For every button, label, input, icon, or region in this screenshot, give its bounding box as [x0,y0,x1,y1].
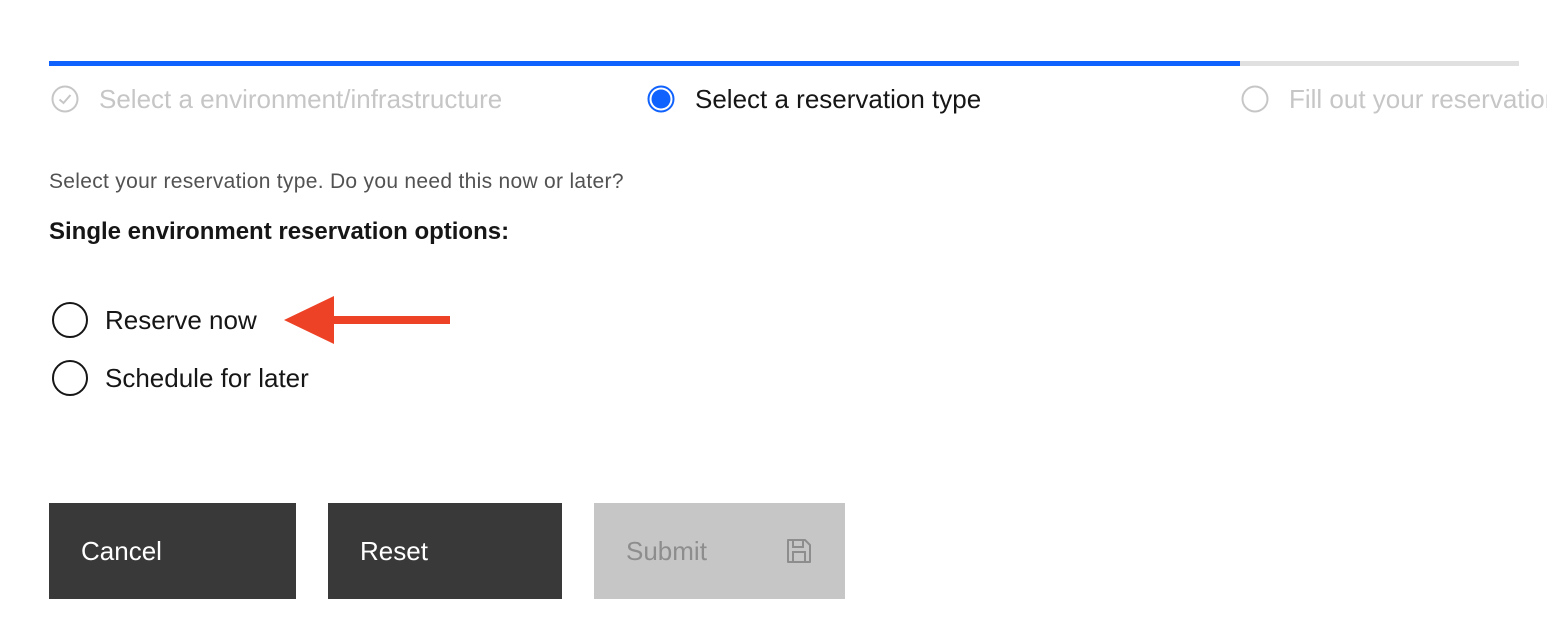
radio-button-unchecked[interactable] [52,360,88,396]
submit-button-label: Submit [626,535,707,566]
step-label: Select a reservation type [695,83,982,114]
section-title: Single environment reservation options: [49,218,510,245]
step-select-environment[interactable]: Select a environment/infrastructure [51,83,502,115]
cancel-button-label: Cancel [81,535,162,566]
step-select-reservation-type[interactable]: Select a reservation type [647,83,981,115]
step-label: Select a environment/infrastructure [99,83,503,114]
progress-indicator: Select a environment/infrastructure Sele… [49,61,1547,121]
step-fill-out-reservation[interactable]: Fill out your reservation details [1241,83,1547,115]
circle-outline-icon [1241,85,1269,113]
radio-schedule-later[interactable]: Schedule for later [52,358,309,398]
reset-button[interactable]: Reset [328,503,562,599]
radio-label: Reserve now [105,304,257,335]
save-icon [787,539,811,563]
step-label: Fill out your reservation details [1289,83,1547,114]
progress-fill [49,61,1240,66]
radio-reserve-now[interactable]: Reserve now [52,300,257,340]
current-step-icon [647,85,675,113]
submit-button[interactable]: Submit [594,503,845,599]
radio-label: Schedule for later [105,362,309,393]
arrow-left-icon [284,296,450,344]
reset-button-label: Reset [360,535,428,566]
radio-button-unchecked[interactable] [52,302,88,338]
checkmark-outline-icon [51,85,79,113]
cancel-button[interactable]: Cancel [49,503,296,599]
form-instructions: Select your reservation type. Do you nee… [49,170,624,193]
progress-track [49,61,1519,66]
